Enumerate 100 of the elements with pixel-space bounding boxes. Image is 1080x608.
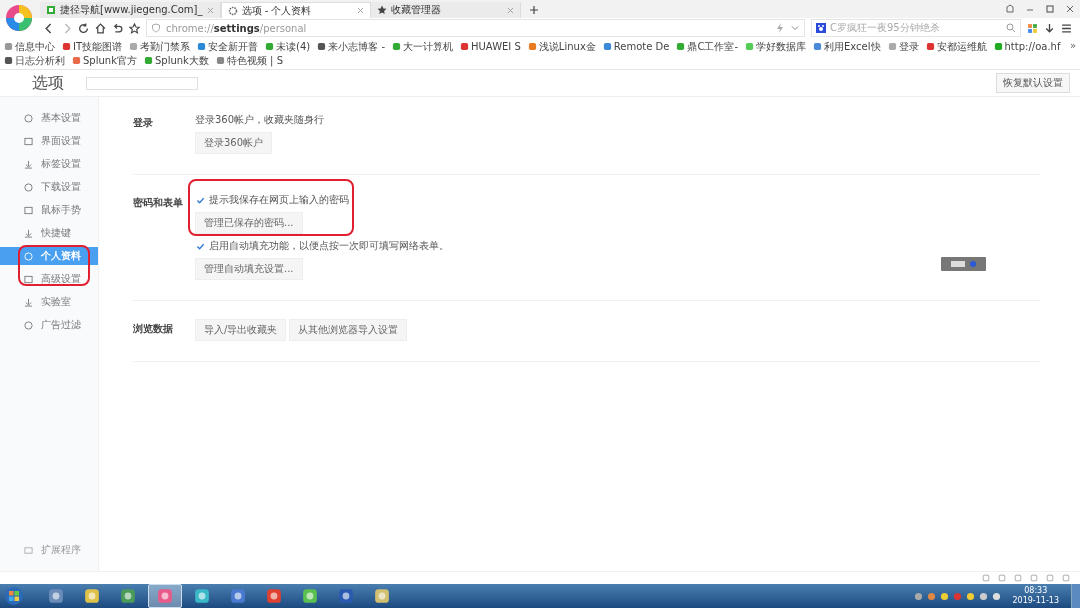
close-icon[interactable] xyxy=(356,7,364,14)
sidebar-item[interactable]: 界面设置 xyxy=(0,132,98,150)
sidebar-item[interactable]: 标签设置 xyxy=(0,155,98,173)
bookmark-item[interactable]: 登录 xyxy=(887,40,919,53)
bookmark-icon xyxy=(676,42,686,51)
bookmark-item[interactable]: 鼎C工作室- xyxy=(676,40,739,53)
sidebar-icon xyxy=(24,320,33,330)
settings-button[interactable]: 登录360帐户 xyxy=(195,132,273,154)
download-icon[interactable] xyxy=(1044,22,1055,34)
undo-icon[interactable] xyxy=(112,22,123,34)
bookmark-icon xyxy=(887,42,897,51)
app-icon xyxy=(338,588,354,604)
bookmark-item[interactable]: 考勤门禁系 xyxy=(129,40,191,53)
home-icon[interactable] xyxy=(95,22,106,34)
bookmark-item[interactable]: 日志分析利 xyxy=(4,54,65,67)
address-field[interactable]: chrome://settings/personal xyxy=(146,19,805,37)
bookmark-item[interactable]: 信息中心 xyxy=(4,40,55,53)
highlight-box xyxy=(18,245,90,286)
close-icon[interactable] xyxy=(1065,4,1075,14)
sidebar-item[interactable]: 广告过滤 xyxy=(0,316,98,334)
bookmark-icon xyxy=(925,42,935,51)
bookmark-icon xyxy=(745,42,755,51)
bookmark-icon xyxy=(317,42,327,51)
sidebar-item[interactable]: 高级设置 xyxy=(0,270,98,288)
floating-widget-icon[interactable] xyxy=(941,257,986,271)
sidebar-icon xyxy=(24,159,33,169)
bookmark-icon xyxy=(392,42,402,51)
settings-button[interactable]: 从其他浏览器导入设置 xyxy=(289,319,408,341)
search-icon[interactable] xyxy=(1006,23,1016,33)
checkbox-label: 提示我保存在网页上输入的密码 xyxy=(209,193,349,207)
bookmark-item[interactable]: 大一计算机 xyxy=(392,40,454,53)
section-title: 密码和表单 xyxy=(133,196,184,210)
sidebar-item[interactable]: 快捷键 xyxy=(0,224,98,242)
app-icon xyxy=(48,588,64,604)
clock-date: 2019-11-13 xyxy=(1012,596,1059,606)
menu-icon[interactable] xyxy=(1061,22,1072,34)
bookmark-item[interactable]: IT技能图谱 xyxy=(62,40,123,53)
bookmark-item[interactable]: Splunk官方 xyxy=(72,54,137,67)
sidebar-item[interactable]: 基本设置 xyxy=(0,109,98,127)
bookmark-icon xyxy=(813,42,823,51)
sidebar-icon xyxy=(24,113,33,123)
bookmark-icon xyxy=(527,42,537,51)
sidebar-icon xyxy=(24,251,33,261)
bookmark-item[interactable]: 学好数据库 xyxy=(745,40,807,53)
checkbox-label: 启用自动填充功能，以便点按一次即可填写网络表单。 xyxy=(209,239,449,253)
browser-tab[interactable]: 收藏管理器 xyxy=(370,2,521,18)
bookmark-icon xyxy=(602,42,612,51)
app-icon xyxy=(374,588,390,604)
browser-tab[interactable]: 选项 - 个人资料 xyxy=(220,2,371,18)
browser-tab[interactable]: 捷径导航[www.jiegeng.Com]_ xyxy=(40,2,221,18)
checkbox[interactable] xyxy=(195,241,205,251)
bookmark-icon xyxy=(265,42,275,51)
lightning-icon xyxy=(775,23,785,33)
shield-icon xyxy=(151,23,161,33)
sidebar-item[interactable]: 下载设置 xyxy=(0,178,98,196)
bookmark-item[interactable]: Splunk大数 xyxy=(143,54,209,67)
star-icon xyxy=(376,5,387,15)
settings-button[interactable]: 管理已保存的密码... xyxy=(195,212,303,234)
extension-icon xyxy=(24,545,33,555)
bookmark-item[interactable]: 安全新开普 xyxy=(197,40,259,53)
settings-button[interactable]: 管理自动填充设置... xyxy=(195,258,303,280)
bookmark-item[interactable]: http://oa.hf xyxy=(993,40,1061,53)
sidebar-icon xyxy=(24,182,33,192)
maximize-icon[interactable] xyxy=(1045,4,1055,14)
more-bookmarks-button[interactable]: » xyxy=(1069,40,1076,51)
sidebar-item[interactable]: 鼠标手势 xyxy=(0,201,98,219)
star-icon[interactable] xyxy=(129,22,140,34)
apps-icon[interactable] xyxy=(1027,22,1038,34)
start-button[interactable] xyxy=(4,586,24,606)
sidebar-icon xyxy=(24,205,33,215)
bookmark-item[interactable]: 未读(4) xyxy=(265,40,311,53)
settings-button[interactable]: 导入/导出收藏夹 xyxy=(195,319,287,341)
sidebar-icon xyxy=(24,274,33,284)
bookmark-item[interactable]: 利用Excel快 xyxy=(813,40,881,53)
bookmark-icon xyxy=(460,42,470,51)
page-icon xyxy=(46,5,56,15)
sidebar-item[interactable]: 实验室 xyxy=(0,293,98,311)
app-icon xyxy=(194,588,210,604)
search-field[interactable] xyxy=(86,76,198,90)
sidebar-icon xyxy=(24,228,33,238)
app-icon xyxy=(84,588,100,604)
bookmark-item[interactable]: 浅说Linux金 xyxy=(527,40,596,53)
description-text: 登录360帐户，收藏夹随身行 xyxy=(195,113,325,127)
paw-icon xyxy=(816,23,826,33)
bookmark-item[interactable]: 安都运维航 xyxy=(925,40,987,53)
new-tab-icon[interactable] xyxy=(528,5,539,15)
gear-icon xyxy=(227,5,238,16)
reload-icon[interactable] xyxy=(78,22,89,34)
bookmark-item[interactable]: Remote De xyxy=(602,40,670,53)
checkbox[interactable] xyxy=(195,195,205,205)
app-icon xyxy=(230,588,246,604)
bookmark-item[interactable]: HUAWEI S xyxy=(460,40,521,53)
bookmark-item[interactable]: 特色视频 | S xyxy=(215,54,283,67)
bookmark-item[interactable]: 来小志博客 - xyxy=(317,40,386,53)
app-icon xyxy=(266,588,282,604)
bookmark-icon xyxy=(993,42,1003,51)
restore-defaults-button[interactable]: 恢复默认设置 xyxy=(996,73,1070,93)
page-title: 选项 xyxy=(32,72,64,94)
clock-time: 08:33 xyxy=(1024,586,1048,596)
section-title: 浏览数据 xyxy=(133,322,174,336)
